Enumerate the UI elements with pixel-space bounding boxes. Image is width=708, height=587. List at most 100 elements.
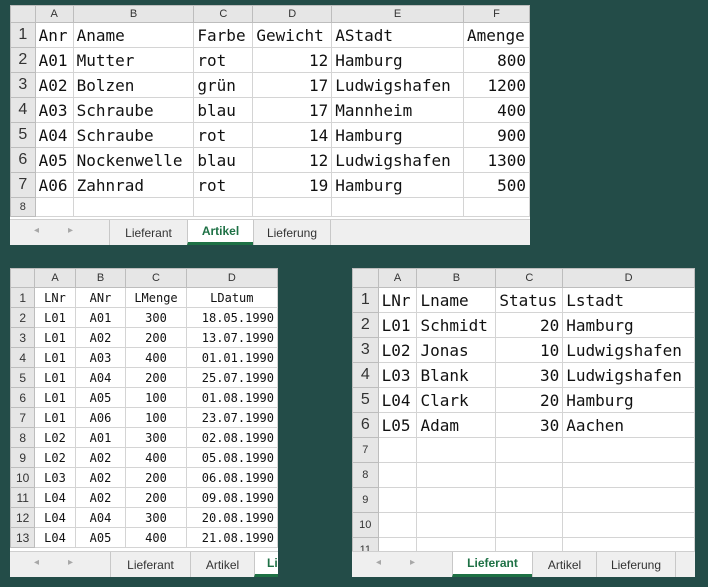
cell[interactable]: Hamburg: [331, 122, 464, 148]
cell[interactable]: 09.08.1990: [185, 487, 278, 508]
cell[interactable]: L03: [34, 467, 76, 488]
cell[interactable]: A01: [74, 427, 127, 448]
cell[interactable]: Schraube: [72, 122, 195, 148]
row-header[interactable]: 5: [10, 367, 36, 388]
row-header[interactable]: 4: [10, 347, 36, 368]
row-header[interactable]: 7: [352, 437, 379, 463]
cell[interactable]: LNr: [34, 287, 76, 308]
column-header[interactable]: D: [185, 268, 278, 288]
select-all-corner[interactable]: [10, 268, 36, 288]
cell[interactable]: 400: [125, 527, 187, 548]
row-header[interactable]: 11: [10, 487, 36, 508]
scroll-tabs-left-icon[interactable]: ◂: [34, 557, 39, 568]
cell[interactable]: L04: [34, 487, 76, 508]
cell[interactable]: 25.07.1990: [185, 367, 278, 388]
cell[interactable]: 01.08.1990: [185, 387, 278, 408]
column-header[interactable]: A: [377, 268, 418, 288]
cell[interactable]: 10: [495, 337, 564, 363]
row-header[interactable]: 5: [352, 387, 379, 413]
cell[interactable]: A01: [34, 47, 74, 73]
cell[interactable]: Adam: [416, 412, 497, 438]
row-header[interactable]: 8: [10, 197, 36, 217]
cell[interactable]: [331, 197, 464, 217]
cell[interactable]: A01: [74, 307, 127, 328]
cell[interactable]: [416, 487, 497, 513]
cell[interactable]: 20: [495, 312, 564, 338]
cell[interactable]: Hamburg: [562, 387, 695, 413]
cell[interactable]: 01.01.1990: [185, 347, 278, 368]
cell[interactable]: Clark: [416, 387, 497, 413]
cell[interactable]: blau: [193, 147, 254, 173]
cell[interactable]: 06.08.1990: [185, 467, 278, 488]
row-header[interactable]: 10: [352, 512, 379, 538]
column-header[interactable]: C: [125, 268, 187, 288]
cell[interactable]: Aachen: [562, 412, 695, 438]
cell[interactable]: A06: [34, 172, 74, 198]
cell[interactable]: L01: [34, 327, 76, 348]
cell[interactable]: [495, 462, 564, 488]
scroll-tabs-right-icon[interactable]: ▸: [410, 557, 415, 568]
cell[interactable]: L01: [34, 367, 76, 388]
tab-lieferung[interactable]: Lieferung: [254, 552, 278, 577]
column-header[interactable]: C: [193, 5, 254, 23]
cell[interactable]: 1300: [462, 147, 530, 173]
cell[interactable]: 1200: [462, 72, 530, 98]
cell[interactable]: Hamburg: [331, 47, 464, 73]
cell[interactable]: A05: [74, 387, 127, 408]
cell[interactable]: 100: [125, 387, 187, 408]
column-header[interactable]: E: [331, 5, 464, 23]
row-header[interactable]: 4: [352, 362, 379, 388]
cell[interactable]: 18.05.1990: [185, 307, 278, 328]
cell[interactable]: Farbe: [193, 22, 254, 48]
row-header[interactable]: 2: [10, 47, 36, 73]
cell[interactable]: 200: [125, 367, 187, 388]
cell[interactable]: L02: [34, 447, 76, 468]
cell[interactable]: [462, 197, 530, 217]
cell[interactable]: 20.08.1990: [185, 507, 278, 528]
cell[interactable]: L04: [34, 527, 76, 548]
scroll-tabs-right-icon[interactable]: ▸: [68, 225, 73, 236]
cell[interactable]: [377, 437, 418, 463]
row-header[interactable]: 6: [10, 387, 36, 408]
cell[interactable]: L01: [34, 407, 76, 428]
cell[interactable]: [252, 197, 333, 217]
cell[interactable]: Zahnrad: [72, 172, 195, 198]
cell[interactable]: [377, 512, 418, 538]
cell[interactable]: 100: [125, 407, 187, 428]
cell[interactable]: Ludwigshafen: [562, 337, 695, 363]
cell[interactable]: 300: [125, 507, 187, 528]
cell[interactable]: Hamburg: [562, 312, 695, 338]
scroll-tabs-right-icon[interactable]: ▸: [68, 557, 73, 568]
cell[interactable]: [72, 197, 195, 217]
cell[interactable]: L02: [34, 427, 76, 448]
cell[interactable]: 400: [125, 447, 187, 468]
tab-artikel[interactable]: Artikel: [532, 552, 596, 577]
cell[interactable]: 30: [495, 412, 564, 438]
cell[interactable]: LMenge: [125, 287, 187, 308]
cell[interactable]: 12: [252, 147, 333, 173]
row-header[interactable]: 4: [10, 97, 36, 123]
row-header[interactable]: 8: [10, 427, 36, 448]
cell[interactable]: rot: [193, 172, 254, 198]
column-header[interactable]: A: [34, 268, 76, 288]
cell[interactable]: Anr: [34, 22, 74, 48]
cell[interactable]: Schraube: [72, 97, 195, 123]
cell[interactable]: 05.08.1990: [185, 447, 278, 468]
cell[interactable]: L03: [377, 362, 418, 388]
cell[interactable]: Ludwigshafen: [331, 147, 464, 173]
cell[interactable]: Aname: [72, 22, 195, 48]
cell[interactable]: LDatum: [185, 287, 278, 308]
cell[interactable]: 17: [252, 97, 333, 123]
cell[interactable]: Amenge: [462, 22, 530, 48]
cell[interactable]: A02: [74, 467, 127, 488]
cell[interactable]: L01: [34, 307, 76, 328]
cell[interactable]: 500: [462, 172, 530, 198]
cell[interactable]: L04: [34, 507, 76, 528]
cell[interactable]: Bolzen: [72, 72, 195, 98]
cell[interactable]: [495, 437, 564, 463]
row-header[interactable]: 6: [352, 412, 379, 438]
row-header[interactable]: 9: [352, 487, 379, 513]
cell[interactable]: grün: [193, 72, 254, 98]
cell[interactable]: 30: [495, 362, 564, 388]
cell[interactable]: A04: [74, 367, 127, 388]
